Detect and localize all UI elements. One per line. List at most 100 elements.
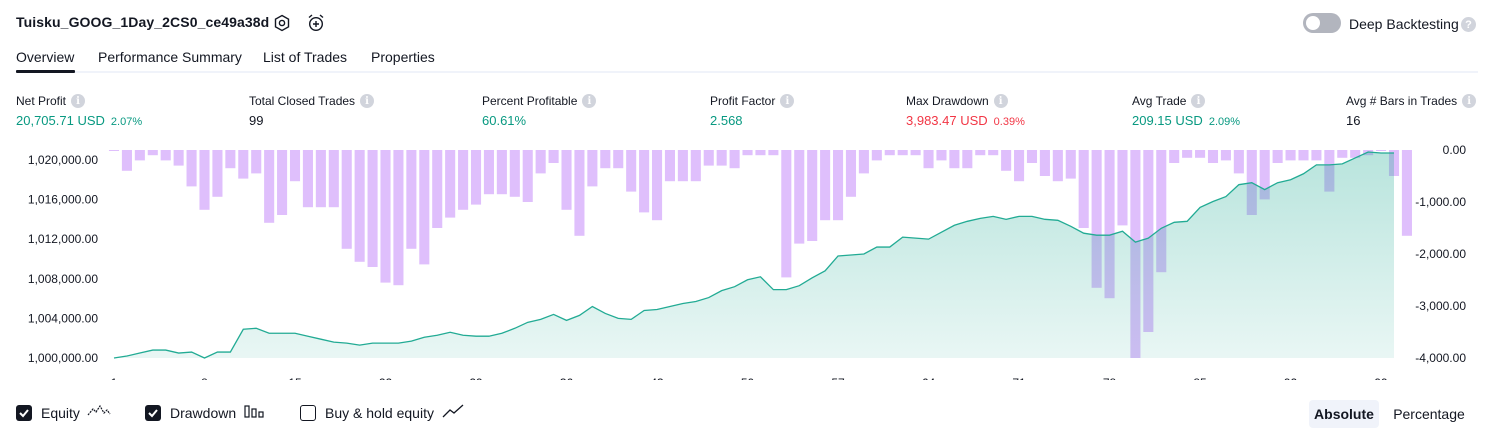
- settings-gear-icon[interactable]: [271, 12, 293, 34]
- equity-axis-label: 1,008,000.00: [28, 272, 98, 286]
- drawdown-bar: [509, 150, 520, 197]
- drawdown-bar: [1376, 150, 1387, 151]
- equity-line-icon: [87, 404, 111, 421]
- drawdown-bar: [1207, 150, 1219, 163]
- metric-avg-trade: Avg Trade i 209.15 USD 2.09%: [1132, 94, 1240, 128]
- x-axis-label: 1: [111, 376, 118, 380]
- drawdown-bar: [1401, 150, 1412, 236]
- legend-equity-label: Equity: [41, 404, 80, 421]
- drawdown-bar: [574, 150, 585, 236]
- drawdown-bar: [651, 150, 663, 221]
- bar-chart-icon: [244, 404, 264, 421]
- drawdown-bar: [626, 150, 637, 192]
- absolute-toggle-button[interactable]: Absolute: [1309, 400, 1379, 428]
- drawdown-bar: [703, 150, 714, 166]
- metric-label: Total Closed Trades: [249, 94, 356, 108]
- drawdown-bar: [328, 150, 339, 208]
- drawdown-bar: [445, 150, 456, 218]
- percentage-toggle-button[interactable]: Percentage: [1386, 400, 1472, 428]
- drawdown-bar: [496, 150, 507, 195]
- metric-label: Percent Profitable: [482, 94, 578, 108]
- drawdown-checkbox[interactable]: [145, 404, 161, 421]
- drawdown-bar: [289, 150, 301, 182]
- drawdown-bar: [833, 150, 844, 221]
- x-axis-label: 29: [469, 376, 483, 380]
- x-axis-label: 8: [201, 376, 208, 380]
- tab-overview[interactable]: Overview: [16, 49, 74, 65]
- drawdown-bar: [600, 150, 611, 169]
- drawdown-bar: [173, 150, 184, 166]
- info-icon[interactable]: i: [780, 94, 795, 108]
- drawdown-bar: [781, 150, 792, 278]
- metric-value: 16: [1346, 113, 1361, 128]
- drawdown-bar: [108, 150, 120, 151]
- metric-label: Profit Factor: [710, 94, 776, 108]
- drawdown-bar: [768, 150, 779, 156]
- drawdown-bar: [1169, 150, 1180, 163]
- equity-axis-label: 1,020,000.00: [28, 153, 98, 167]
- drawdown-bar: [277, 150, 288, 215]
- info-icon[interactable]: i: [1462, 94, 1477, 108]
- tab-divider: [16, 71, 1478, 73]
- add-alert-icon[interactable]: [305, 12, 327, 34]
- metric-percent: 2.09%: [1208, 116, 1241, 128]
- drawdown-bar: [936, 150, 947, 161]
- tab-properties[interactable]: Properties: [371, 49, 435, 65]
- info-icon[interactable]: i: [360, 94, 375, 108]
- legend-drawdown-label: Drawdown: [170, 404, 237, 421]
- drawdown-bar: [1272, 150, 1283, 163]
- buy-hold-checkbox[interactable]: [300, 404, 316, 421]
- legend-equity[interactable]: Equity: [16, 404, 111, 421]
- metric-label: Max Drawdown: [906, 94, 989, 108]
- drawdown-bar: [923, 150, 934, 169]
- legend-buy-hold-equity[interactable]: Buy & hold equity: [300, 404, 464, 421]
- equity-axis-label: 1,004,000.00: [28, 311, 98, 325]
- drawdown-axis-label: -4,000.00: [1415, 351, 1466, 365]
- drawdown-bar: [406, 150, 417, 249]
- metric-net-profit: Net Profit i 20,705.71 USD 2.07%: [16, 94, 142, 128]
- metric-avg-bars-in-trades: Avg # Bars in Trades i 16: [1346, 94, 1477, 128]
- drawdown-bar: [561, 150, 572, 210]
- metric-percent: 2.07%: [110, 116, 143, 128]
- info-icon[interactable]: i: [582, 94, 597, 108]
- tab-list-of-trades[interactable]: List of Trades: [263, 49, 347, 65]
- info-icon[interactable]: i: [1191, 94, 1206, 108]
- drawdown-bar: [470, 150, 482, 205]
- drawdown-bar: [975, 150, 986, 156]
- metric-percent-profitable: Percent Profitable i 60.61%: [482, 94, 597, 128]
- drawdown-bar: [380, 150, 391, 283]
- drawdown-bar: [1039, 150, 1050, 176]
- drawdown-bar: [639, 150, 650, 213]
- drawdown-axis-label: -3,000.00: [1415, 299, 1466, 313]
- x-axis-label: 71: [1012, 376, 1026, 380]
- drawdown-bar: [858, 150, 869, 174]
- x-axis-label: 22: [379, 376, 393, 380]
- drawdown-bar: [199, 150, 210, 210]
- drawdown-bar: [962, 150, 973, 169]
- deep-backtesting-toggle[interactable]: [1303, 13, 1341, 33]
- drawdown-axis-label: 0.00: [1443, 143, 1467, 157]
- metric-label: Avg # Bars in Trades: [1346, 94, 1458, 108]
- tab-performance-summary[interactable]: Performance Summary: [98, 49, 242, 65]
- info-icon[interactable]: i: [71, 94, 86, 108]
- equity-checkbox[interactable]: [16, 404, 32, 421]
- x-axis-label: 78: [1103, 376, 1117, 380]
- drawdown-bar: [419, 150, 430, 265]
- metric-max-drawdown: Max Drawdown i 3,983.47 USD 0.39%: [906, 94, 1025, 128]
- drawdown-bar: [1195, 150, 1206, 158]
- drawdown-bar: [820, 150, 831, 221]
- drawdown-bar: [613, 150, 624, 169]
- deep-backtesting-label: Deep Backtesting: [1349, 16, 1459, 32]
- help-icon[interactable]: ?: [1461, 17, 1476, 32]
- drawdown-bar: [186, 150, 197, 187]
- drawdown-bar: [341, 150, 352, 249]
- drawdown-bar: [910, 150, 921, 156]
- drawdown-bar: [238, 150, 249, 179]
- strategy-title: Tuisku_GOOG_1Day_2CS0_ce49a38d: [16, 14, 270, 30]
- drawdown-bar: [884, 150, 895, 156]
- x-axis-label: 15: [288, 376, 302, 380]
- tab-active-indicator: [16, 70, 75, 73]
- drawdown-bar: [742, 150, 753, 156]
- info-icon[interactable]: i: [993, 94, 1008, 108]
- legend-drawdown[interactable]: Drawdown: [145, 404, 264, 421]
